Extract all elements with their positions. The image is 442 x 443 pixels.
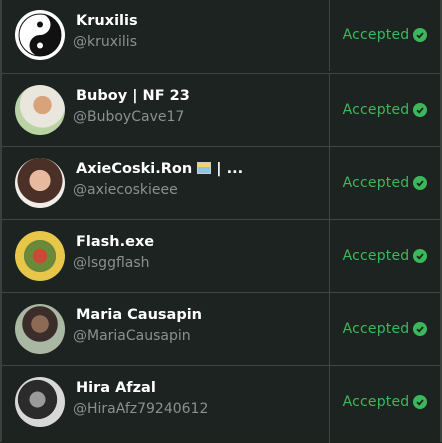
check-circle-icon bbox=[413, 249, 428, 263]
user-handle[interactable]: @axiecoskieee bbox=[73, 182, 178, 198]
status-cell: Accepted bbox=[330, 366, 440, 443]
user-handle[interactable]: @MariaCausapin bbox=[73, 328, 191, 344]
user-handle[interactable]: @BuboyCave17 bbox=[73, 109, 184, 125]
check-circle-icon bbox=[413, 176, 428, 190]
avatar[interactable] bbox=[15, 85, 65, 135]
check-circle-icon bbox=[413, 395, 428, 409]
user-name[interactable]: Buboy | NF 23 bbox=[76, 88, 190, 104]
friend-requests-table: Kruxilis @kruxilis Accepted Buboy | NF 2… bbox=[0, 0, 442, 443]
user-handle[interactable]: @kruxilis bbox=[73, 34, 137, 50]
avatar[interactable] bbox=[15, 377, 65, 427]
user-cell[interactable]: Kruxilis @kruxilis bbox=[2, 0, 330, 71]
status-cell: Accepted bbox=[330, 0, 440, 71]
check-circle-icon bbox=[413, 322, 428, 336]
status-badge: Accepted bbox=[342, 102, 410, 118]
user-handle[interactable]: @lsggflash bbox=[73, 255, 150, 271]
sunrise-emoji-icon bbox=[197, 162, 212, 174]
avatar[interactable] bbox=[15, 231, 65, 281]
user-cell[interactable]: Buboy | NF 23 @BuboyCave17 bbox=[2, 74, 330, 146]
user-name[interactable]: Hira Afzal bbox=[76, 380, 156, 396]
avatar[interactable] bbox=[15, 158, 65, 208]
user-cell[interactable]: Hira Afzal @HiraAfz79240612 bbox=[2, 366, 330, 443]
status-cell: Accepted bbox=[330, 293, 440, 365]
table-row[interactable]: Buboy | NF 23 @BuboyCave17 Accepted bbox=[2, 73, 440, 146]
status-cell: Accepted bbox=[330, 74, 440, 146]
check-circle-icon bbox=[413, 28, 428, 42]
status-badge: Accepted bbox=[342, 394, 410, 410]
status-badge: Accepted bbox=[342, 248, 410, 264]
status-badge: Accepted bbox=[342, 321, 410, 337]
user-name[interactable]: Maria Causapin bbox=[76, 307, 202, 323]
user-name[interactable]: Kruxilis bbox=[76, 13, 138, 29]
user-name-suffix: | ... bbox=[216, 161, 244, 177]
user-cell[interactable]: Maria Causapin @MariaCausapin bbox=[2, 293, 330, 365]
avatar[interactable] bbox=[15, 304, 65, 354]
user-cell[interactable]: AxieCoski.Ron | ... @axiecoskieee bbox=[2, 147, 330, 219]
status-badge: Accepted bbox=[342, 175, 410, 191]
user-handle[interactable]: @HiraAfz79240612 bbox=[73, 401, 208, 417]
table-row[interactable]: Flash.exe @lsggflash Accepted bbox=[2, 219, 440, 292]
yin-yang-icon bbox=[18, 13, 62, 57]
table-row[interactable]: Maria Causapin @MariaCausapin Accepted bbox=[2, 292, 440, 365]
status-cell: Accepted bbox=[330, 220, 440, 292]
table-row[interactable]: Hira Afzal @HiraAfz79240612 Accepted bbox=[2, 365, 440, 443]
status-badge: Accepted bbox=[342, 27, 410, 43]
avatar[interactable] bbox=[15, 10, 65, 60]
table-row[interactable]: Kruxilis @kruxilis Accepted bbox=[2, 0, 440, 71]
user-name-text: AxieCoski.Ron bbox=[76, 161, 193, 177]
user-name[interactable]: AxieCoski.Ron | ... bbox=[76, 161, 243, 177]
table-row[interactable]: AxieCoski.Ron | ... @axiecoskieee Accept… bbox=[2, 146, 440, 219]
check-circle-icon bbox=[413, 103, 428, 117]
user-name[interactable]: Flash.exe bbox=[76, 234, 154, 250]
user-cell[interactable]: Flash.exe @lsggflash bbox=[2, 220, 330, 292]
status-cell: Accepted bbox=[330, 147, 440, 219]
